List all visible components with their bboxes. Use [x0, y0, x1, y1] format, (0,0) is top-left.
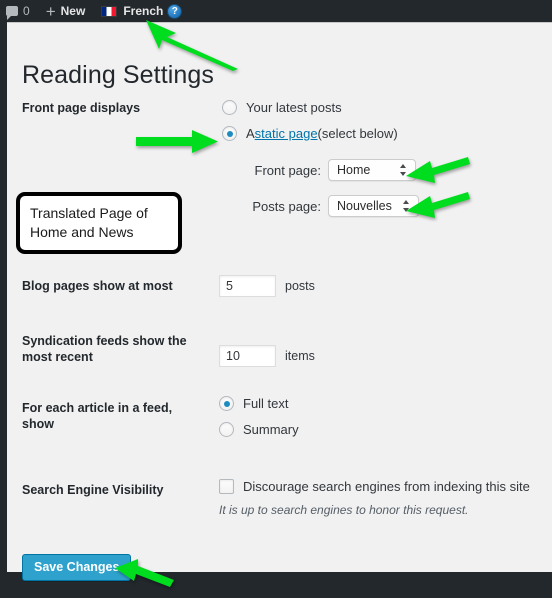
annotation-callout: Translated Page of Home and News	[16, 192, 182, 254]
discourage-checkbox-label: Discourage search engines from indexing …	[243, 479, 530, 494]
radio-static-page[interactable]: A static page (select below)	[222, 126, 419, 141]
radio-latest-posts-label: Your latest posts	[246, 100, 342, 115]
annotation-arrow-posts-page	[404, 192, 470, 222]
syndication-suffix: items	[285, 349, 315, 363]
front-page-caption: Front page:	[254, 162, 322, 178]
annotation-arrow-help	[142, 14, 242, 72]
feed-article-label: For each article in a feed, show	[22, 401, 173, 431]
radio-full-text[interactable]: Full text	[219, 396, 299, 411]
radio-static-page-control[interactable]	[222, 126, 237, 141]
adminbar-comments[interactable]: 0	[0, 0, 38, 22]
annotation-arrow-front-page	[404, 157, 470, 187]
settings-content: Reading Settings Front page displays You…	[7, 22, 552, 572]
comment-count: 0	[23, 4, 30, 18]
posts-page-select-row: Posts page: Nouvelles	[239, 195, 419, 217]
blog-pages-field: 5 posts	[219, 275, 315, 297]
radio-summary-label: Summary	[243, 422, 299, 437]
radio-summary[interactable]: Summary	[219, 422, 299, 437]
radio-static-page-suffix: (select below)	[317, 126, 398, 141]
admin-bar: 0 + New French ?	[0, 0, 552, 22]
syndication-label: Syndication feeds show the most recent	[22, 334, 187, 364]
blog-pages-suffix: posts	[285, 279, 315, 293]
plus-icon: +	[45, 1, 56, 21]
annotation-arrow-static-page	[136, 128, 220, 156]
syndication-input[interactable]: 10	[219, 345, 276, 367]
front-page-select-value: Home	[337, 163, 371, 177]
checkbox-discourage[interactable]: Discourage search engines from indexing …	[219, 479, 530, 494]
adminbar-new[interactable]: + New	[38, 0, 94, 22]
posts-page-caption: Posts page:	[252, 198, 321, 214]
feed-article-field: Full text Summary	[219, 396, 299, 448]
admin-menu-rail	[0, 22, 7, 572]
front-page-select-row: Front page: Home	[239, 159, 419, 181]
radio-static-page-prefix: A	[246, 126, 255, 141]
syndication-field: 10 items	[219, 345, 315, 367]
front-page-select[interactable]: Home	[328, 159, 416, 181]
discourage-checkbox-control[interactable]	[219, 479, 234, 494]
adminbar-new-label: New	[60, 4, 86, 18]
french-flag-icon	[101, 5, 118, 17]
search-visibility-note: It is up to search engines to honor this…	[219, 503, 469, 517]
comment-bubble-icon	[6, 6, 18, 20]
radio-full-text-label: Full text	[243, 396, 289, 411]
radio-summary-control[interactable]	[219, 422, 234, 437]
radio-latest-posts-control[interactable]	[222, 100, 237, 115]
radio-full-text-control[interactable]	[219, 396, 234, 411]
search-visibility-label: Search Engine Visibility	[22, 483, 164, 497]
posts-page-select-value: Nouvelles	[337, 199, 392, 213]
blog-pages-input[interactable]: 5	[219, 275, 276, 297]
blog-pages-label: Blog pages show at most	[22, 279, 173, 293]
front-page-displays-label: Front page displays	[22, 101, 141, 115]
radio-latest-posts[interactable]: Your latest posts	[222, 100, 419, 115]
search-visibility-field: Discourage search engines from indexing …	[219, 479, 530, 517]
annotation-arrow-save	[114, 558, 176, 590]
front-page-displays-field: Your latest posts A static page (select …	[222, 100, 419, 231]
static-page-link[interactable]: static page	[255, 126, 318, 141]
